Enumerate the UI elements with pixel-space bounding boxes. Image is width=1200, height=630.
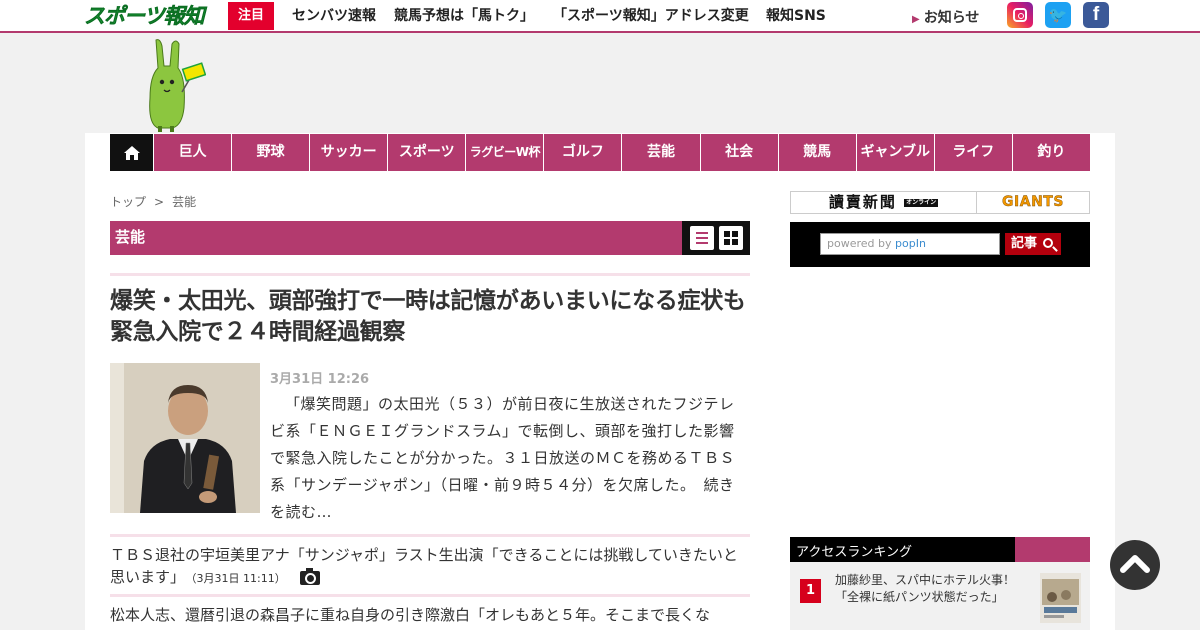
notice-link[interactable]: ▶ お知らせ: [912, 7, 979, 27]
list-icon: [696, 232, 708, 244]
section-header: 芸能: [110, 221, 750, 255]
partner-banner: 讀賣新聞 オンライン GIANTS: [790, 191, 1090, 214]
popin-brand: popIn: [895, 237, 926, 250]
related-article[interactable]: 松本人志、還暦引退の森昌子に重ね自身の引き際激白「オレもあと５年。そこまで長くな: [110, 604, 750, 626]
divider: [110, 534, 750, 537]
ranking-header: アクセスランキング: [790, 537, 1090, 562]
related-time: （3月31日 11:11）: [191, 572, 286, 585]
search-placeholder-prefix: powered by: [827, 237, 895, 250]
nav-society[interactable]: 社会: [699, 134, 778, 171]
article-lead-text: 「爆笑問題」の太田光（５３）が前日夜に生放送されたフジテレビ系「ＥＮＧＥＩグラン…: [270, 395, 736, 494]
breadcrumb-current: 芸能: [172, 195, 197, 209]
nav-rugby-wc[interactable]: ラグビーW杯: [465, 134, 544, 171]
grid-icon: [724, 231, 738, 245]
back-to-top-button[interactable]: [1110, 540, 1160, 590]
divider: [110, 594, 750, 597]
ranking-number: 1: [800, 579, 821, 603]
home-icon: [123, 145, 140, 160]
online-badge: オンライン: [904, 199, 939, 207]
nav-golf[interactable]: ゴルフ: [543, 134, 622, 171]
nav-entertainment[interactable]: 芸能: [621, 134, 700, 171]
related-article[interactable]: ＴＢＳ退社の宇垣美里アナ「サンジャポ」ラスト生出演「できることには挑戦していきた…: [110, 544, 750, 590]
top-link-senbatsu[interactable]: センバツ速報: [292, 6, 376, 26]
breadcrumb-separator: >: [154, 195, 165, 209]
triangle-right-icon: ▶: [912, 14, 920, 25]
instagram-icon[interactable]: [1007, 2, 1033, 28]
list-view-button[interactable]: [690, 226, 714, 250]
top-link-address-change[interactable]: 「スポーツ報知」アドレス変更: [553, 6, 749, 26]
article-headline[interactable]: 爆笑・太田光、頭部強打で一時は記憶があいまいになる症状も 緊急入院で２４時間経過…: [110, 286, 769, 348]
nav-gambling[interactable]: ギャンブル: [855, 134, 934, 171]
site-search: powered by popIn 記事: [790, 222, 1090, 267]
view-toggle: [682, 221, 750, 255]
article-lead: 「爆笑問題」の太田光（５３）が前日夜に生放送されたフジテレビ系「ＥＮＧＥＩグラン…: [270, 391, 744, 526]
nav-giants[interactable]: 巨人: [153, 134, 232, 171]
site-logo[interactable]: スポーツ報知: [84, 3, 208, 29]
nav-sports[interactable]: スポーツ: [387, 134, 466, 171]
ranking-thumbnail[interactable]: [1040, 573, 1081, 623]
divider: [110, 273, 750, 276]
nav-life[interactable]: ライフ: [933, 134, 1012, 171]
giants-link[interactable]: GIANTS: [977, 192, 1089, 213]
search-input[interactable]: powered by popIn: [820, 233, 1000, 255]
camera-icon: [299, 567, 320, 585]
ranking-item[interactable]: 1 加藤紗里、スパ中にホテル火事！「全裸に紙パンツ状態だった」: [790, 562, 1090, 630]
mascot-image: [149, 39, 206, 132]
yomiuri-logo-text: 讀賣新聞: [828, 193, 897, 211]
section-title: 芸能: [115, 228, 146, 246]
top-bar: スポーツ報知 注目 センバツ速報 競馬予想は「馬トク」 「スポーツ報知」アドレス…: [0, 0, 1200, 33]
yomiuri-online-link[interactable]: 讀賣新聞 オンライン: [791, 192, 977, 213]
grid-view-button[interactable]: [719, 226, 743, 250]
article-publish-time: 3月31日 12:26: [270, 372, 370, 387]
ranking-header-accent: [1015, 537, 1090, 562]
related-title[interactable]: 松本人志、還暦引退の森昌子に重ね自身の引き際激白「オレもあと５年。そこまで長くな: [110, 606, 710, 624]
facebook-icon[interactable]: f: [1083, 2, 1109, 28]
nav-fishing[interactable]: 釣り: [1011, 134, 1090, 171]
search-icon: [1043, 238, 1053, 248]
article-photo[interactable]: [110, 363, 260, 513]
category-nav: 巨人 野球 サッカー スポーツ ラグビーW杯 ゴルフ 芸能 社会 競馬 ギャンブ…: [110, 134, 1090, 171]
nav-baseball[interactable]: 野球: [231, 134, 310, 171]
search-button[interactable]: 記事: [1005, 233, 1061, 255]
thumbnail-image: [1040, 573, 1081, 623]
ranking-title-text[interactable]: 加藤紗里、スパ中にホテル火事！「全裸に紙パンツ状態だった」: [835, 572, 1020, 606]
breadcrumb: トップ > 芸能: [110, 193, 196, 210]
nav-soccer[interactable]: サッカー: [309, 134, 388, 171]
nav-horse-racing[interactable]: 競馬: [777, 134, 856, 171]
home-button[interactable]: [110, 134, 153, 171]
twitter-icon[interactable]: 🐦: [1045, 2, 1071, 28]
chevron-up-icon: [1120, 555, 1150, 573]
breadcrumb-top[interactable]: トップ: [110, 195, 146, 209]
top-link-sns[interactable]: 報知SNS: [766, 6, 826, 26]
search-button-label: 記事: [1011, 236, 1038, 251]
ranking-title: アクセスランキング: [796, 545, 912, 560]
notice-label: お知らせ: [923, 10, 980, 26]
person-photo-image: [110, 363, 260, 513]
top-link-umatoku[interactable]: 競馬予想は「馬トク」: [394, 6, 534, 26]
hot-badge: 注目: [228, 2, 274, 30]
